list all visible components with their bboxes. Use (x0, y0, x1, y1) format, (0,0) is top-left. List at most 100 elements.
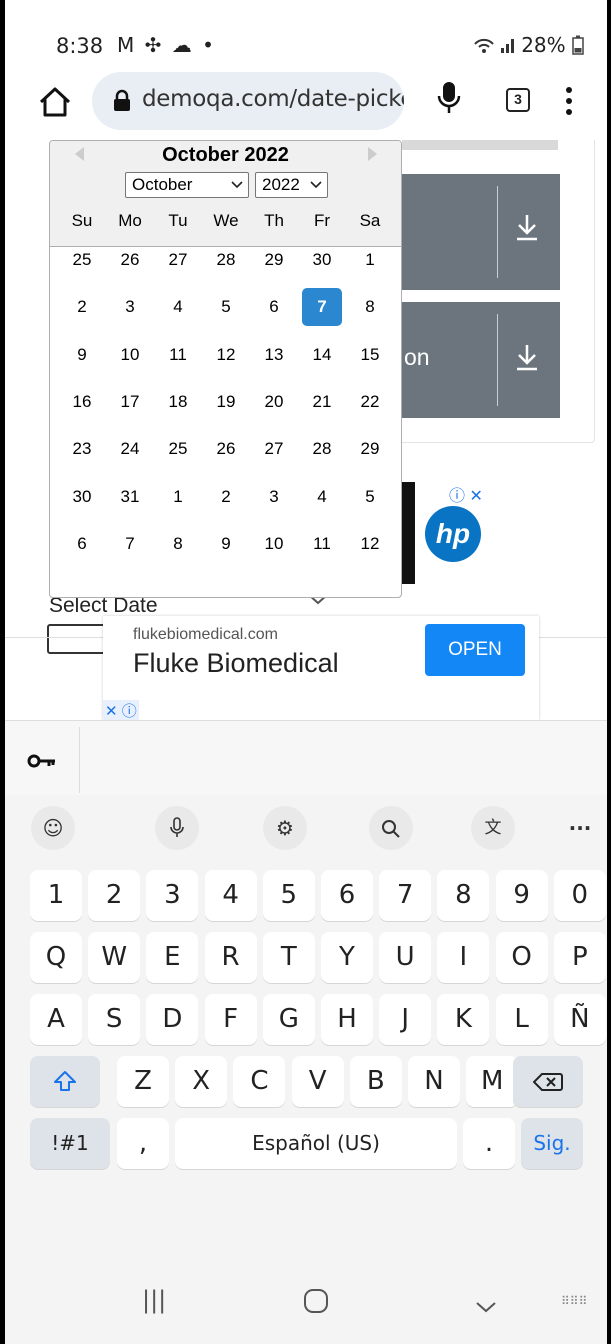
key-a[interactable]: A (30, 994, 82, 1045)
voice-input-icon[interactable] (155, 806, 199, 850)
fluke-ad-banner[interactable]: flukebiomedical.com Fluke Biomedical OPE… (103, 616, 539, 720)
next-key[interactable]: Sig. (521, 1118, 583, 1169)
key-f[interactable]: F (204, 994, 257, 1045)
key-8[interactable]: 8 (437, 870, 490, 921)
calendar-day[interactable]: 1 (350, 241, 390, 279)
key-q[interactable]: Q (30, 932, 82, 983)
ad-close-icon[interactable]: ✕ ⓘ (103, 700, 139, 720)
key-w[interactable]: W (88, 932, 141, 983)
calendar-day[interactable]: 3 (254, 478, 294, 516)
calendar-day[interactable]: 27 (158, 241, 198, 279)
space-key[interactable]: Español (US) (175, 1118, 457, 1169)
key-t[interactable]: T (262, 932, 315, 983)
key-l[interactable]: L (495, 994, 548, 1045)
settings-gear-icon[interactable]: ⚙ (263, 806, 307, 850)
key-v[interactable]: V (291, 1056, 344, 1107)
key-3[interactable]: 3 (146, 870, 199, 921)
calendar-day[interactable]: 17 (110, 383, 150, 421)
key-1[interactable]: 1 (30, 870, 82, 921)
calendar-day[interactable]: 6 (254, 288, 294, 326)
key-p[interactable]: P (553, 932, 606, 983)
emoji-icon[interactable]: ☺ (31, 806, 75, 850)
calendar-day[interactable]: 8 (350, 288, 390, 326)
address-bar[interactable]: demoqa.com/date-picker (92, 72, 404, 130)
translate-icon[interactable]: 文 (471, 806, 515, 850)
calendar-day[interactable]: 12 (350, 525, 390, 563)
calendar-day[interactable]: 26 (206, 430, 246, 468)
calendar-day[interactable]: 11 (158, 336, 198, 374)
calendar-day[interactable]: 25 (158, 430, 198, 468)
key-6[interactable]: 6 (321, 870, 373, 921)
period-key[interactable]: . (463, 1118, 515, 1169)
calendar-day[interactable]: 31 (110, 478, 150, 516)
calendar-day[interactable]: 28 (206, 241, 246, 279)
password-key-icon[interactable] (27, 749, 57, 775)
key-0[interactable]: 0 (553, 870, 606, 921)
calendar-day[interactable]: 23 (62, 430, 102, 468)
key-u[interactable]: U (379, 932, 432, 983)
calendar-day[interactable]: 9 (62, 336, 102, 374)
calendar-day[interactable]: 15 (350, 336, 390, 374)
more-icon[interactable]: ··· (558, 806, 602, 850)
back-chevron-icon[interactable] (475, 1292, 497, 1320)
calendar-day-selected[interactable]: 7 (302, 288, 342, 327)
key-i[interactable]: I (437, 932, 490, 983)
symbols-key[interactable]: !#1 (30, 1118, 110, 1169)
year-select[interactable]: 2022 (255, 172, 328, 198)
calendar-day[interactable]: 13 (254, 336, 294, 374)
key-m[interactable]: M (466, 1056, 519, 1107)
calendar-day[interactable]: 26 (110, 241, 150, 279)
calendar-day[interactable]: 5 (206, 288, 246, 326)
key-d[interactable]: D (146, 994, 199, 1045)
calendar-day[interactable]: 1 (158, 478, 198, 516)
calendar-day[interactable]: 18 (158, 383, 198, 421)
calendar-day[interactable]: 30 (302, 241, 342, 279)
key-2[interactable]: 2 (88, 870, 141, 921)
download-button-1[interactable] (402, 174, 560, 290)
calendar-day[interactable]: 27 (254, 430, 294, 468)
calendar-day[interactable]: 10 (254, 525, 294, 563)
calendar-day[interactable]: 21 (302, 383, 342, 421)
calendar-day[interactable]: 6 (62, 525, 102, 563)
key-b[interactable]: B (349, 1056, 402, 1107)
key-n[interactable]: N (408, 1056, 460, 1107)
comma-key[interactable]: , (117, 1118, 169, 1169)
key-g[interactable]: G (262, 994, 315, 1045)
calendar-day[interactable]: 12 (206, 336, 246, 374)
calendar-day[interactable]: 25 (62, 241, 102, 279)
calendar-day[interactable]: 14 (302, 336, 342, 374)
shift-key[interactable] (30, 1056, 100, 1107)
home-icon[interactable] (35, 82, 75, 122)
key-j[interactable]: J (379, 994, 432, 1045)
calendar-day[interactable]: 16 (62, 383, 102, 421)
calendar-day[interactable]: 3 (110, 288, 150, 326)
key-s[interactable]: S (88, 994, 141, 1045)
calendar-day[interactable]: 19 (206, 383, 246, 421)
calendar-day[interactable]: 5 (350, 478, 390, 516)
calendar-day[interactable]: 9 (206, 525, 246, 563)
download-button-2[interactable]: on (402, 302, 560, 418)
key-ñ[interactable]: Ñ (553, 994, 606, 1045)
calendar-day[interactable]: 2 (206, 478, 246, 516)
calendar-day[interactable]: 4 (158, 288, 198, 326)
calendar-day[interactable]: 4 (302, 478, 342, 516)
ad-open-button[interactable]: OPEN (425, 624, 525, 676)
key-h[interactable]: H (321, 994, 373, 1045)
home-nav-icon[interactable] (303, 1288, 329, 1320)
hp-ad[interactable]: ⓘ ✕ hp (397, 482, 487, 590)
calendar-day[interactable]: 10 (110, 336, 150, 374)
key-4[interactable]: 4 (204, 870, 257, 921)
microphone-icon[interactable] (437, 80, 461, 121)
calendar-day[interactable]: 7 (110, 525, 150, 563)
calendar-day[interactable]: 22 (350, 383, 390, 421)
key-r[interactable]: R (204, 932, 257, 983)
ad-info-close-icon[interactable]: ⓘ ✕ (449, 482, 483, 506)
search-icon[interactable] (369, 806, 413, 850)
calendar-day[interactable]: 8 (158, 525, 198, 563)
key-e[interactable]: E (146, 932, 199, 983)
key-9[interactable]: 9 (495, 870, 548, 921)
backspace-key[interactable] (513, 1056, 583, 1107)
calendar-day[interactable]: 30 (62, 478, 102, 516)
more-options-icon[interactable] (565, 86, 573, 121)
calendar-day[interactable]: 29 (254, 241, 294, 279)
